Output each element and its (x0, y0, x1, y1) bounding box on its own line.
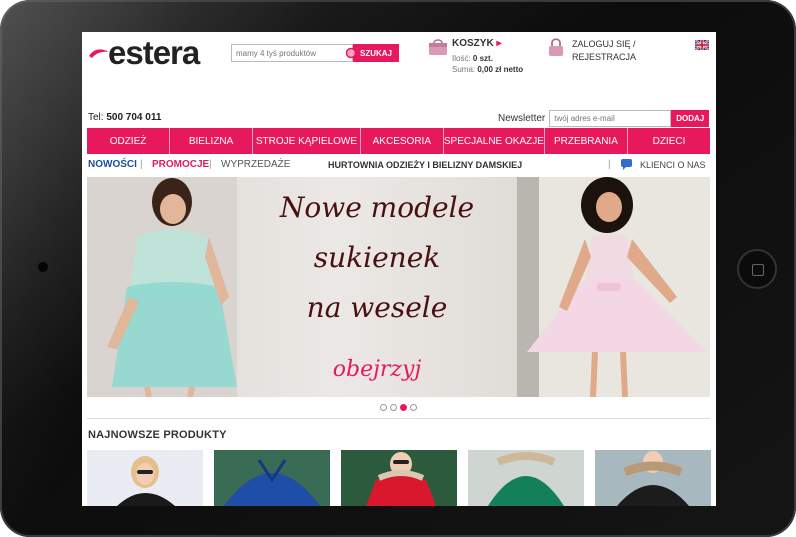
logo-text: estera (108, 34, 200, 71)
camera-icon (38, 262, 48, 272)
search-button[interactable]: SZUKAJ (345, 44, 399, 62)
product-image (341, 450, 457, 506)
product-list (87, 450, 712, 506)
logo[interactable]: estera (88, 34, 200, 71)
search-input[interactable] (231, 44, 353, 62)
nav-item-dzieci[interactable]: DZIECI (628, 128, 710, 154)
uk-flag-icon[interactable] (695, 40, 709, 50)
link-promocje[interactable]: PROMOCJE (152, 159, 209, 170)
main-nav: ODZIEŻ BIELIZNA STROJE KĄPIELOWE AKCESOR… (87, 128, 710, 154)
link-wyprzedaze[interactable]: WYPRZEDAŻE (221, 159, 290, 170)
search-form: SZUKAJ (231, 44, 399, 62)
product-card[interactable] (595, 450, 711, 506)
cart-quantity: Ilość: 0 szt. (452, 54, 493, 63)
newest-products-title: NAJNOWSZE PRODUKTY (88, 429, 227, 441)
login-link[interactable]: ZALOGUJ SIĘ / REJESTRACJA (572, 38, 636, 64)
slider-dot-2[interactable] (390, 404, 397, 411)
nav-item-odziez[interactable]: ODZIEŻ (87, 128, 171, 154)
chat-bubble-icon (621, 159, 632, 170)
subnav-separator: | (608, 159, 611, 170)
subnav-separator: | (209, 159, 212, 170)
newsletter-form: Newsletter DODAJ (498, 110, 710, 127)
cart-title[interactable]: KOSZYK ▸ (452, 38, 501, 49)
phone-number: Tel: 500 704 011 (88, 112, 162, 123)
product-card[interactable] (341, 450, 457, 506)
search-icon (345, 47, 359, 61)
product-image (595, 450, 711, 506)
nav-item-specjalne-okazje[interactable]: SPECJALNE OKAZJE (444, 128, 545, 154)
nav-item-stroje-kapielowe[interactable]: STROJE KĄPIELOWE (253, 128, 361, 154)
home-square-icon (752, 264, 764, 276)
newsletter-label: Newsletter (498, 113, 546, 124)
slider-dot-4[interactable] (410, 404, 417, 411)
tagline: HURTOWNIA ODZIEŻY I BIELIZNY DAMSKIEJ (328, 160, 523, 170)
cart-sum: Suma: 0,00 zł netto (452, 65, 524, 74)
lock-icon (549, 38, 563, 56)
product-image (214, 450, 330, 506)
slider-dot-1[interactable] (380, 404, 387, 411)
product-card[interactable] (214, 450, 330, 506)
banner-cta[interactable]: obejrzyj (232, 357, 522, 382)
banner-headline-line1: Nowe modele (279, 191, 475, 224)
nav-item-akcesoria[interactable]: AKCESORIA (361, 128, 444, 154)
nav-item-przebrania[interactable]: PRZEBRANIA (545, 128, 628, 154)
link-nowosci[interactable]: NOWOŚCI (88, 159, 137, 170)
newsletter-submit-button[interactable]: DODAJ (671, 110, 710, 127)
section-divider (87, 418, 710, 419)
browser-screen: estera SZUKAJ KOSZYK ▸ Ilość: 0 szt. Sum… (82, 32, 716, 506)
subnav-separator: | (140, 159, 143, 170)
slider-dot-3[interactable] (400, 404, 407, 411)
slider-dots (380, 404, 417, 411)
banner-headline-line2: sukienek (313, 241, 441, 274)
product-card[interactable] (468, 450, 584, 506)
logo-swoosh-icon (89, 49, 109, 58)
search-button-label: SZUKAJ (359, 48, 392, 58)
product-card[interactable] (87, 450, 203, 506)
hero-banner[interactable]: Nowe modele sukienek na wesele obejrzyj (87, 177, 710, 397)
banner-headline-line3: na wesele (306, 291, 448, 324)
link-klienci-o-nas[interactable]: KLIENCI O NAS (640, 160, 706, 170)
newsletter-email-input[interactable] (549, 110, 672, 127)
home-button[interactable] (737, 249, 777, 289)
product-image (87, 450, 203, 506)
sub-nav: NOWOŚCI | PROMOCJE | WYPRZEDAŻE HURTOWNI… (88, 159, 708, 173)
product-image (468, 450, 584, 506)
shopping-bag-icon (429, 39, 447, 55)
nav-item-bielizna[interactable]: BIELIZNA (170, 128, 254, 154)
